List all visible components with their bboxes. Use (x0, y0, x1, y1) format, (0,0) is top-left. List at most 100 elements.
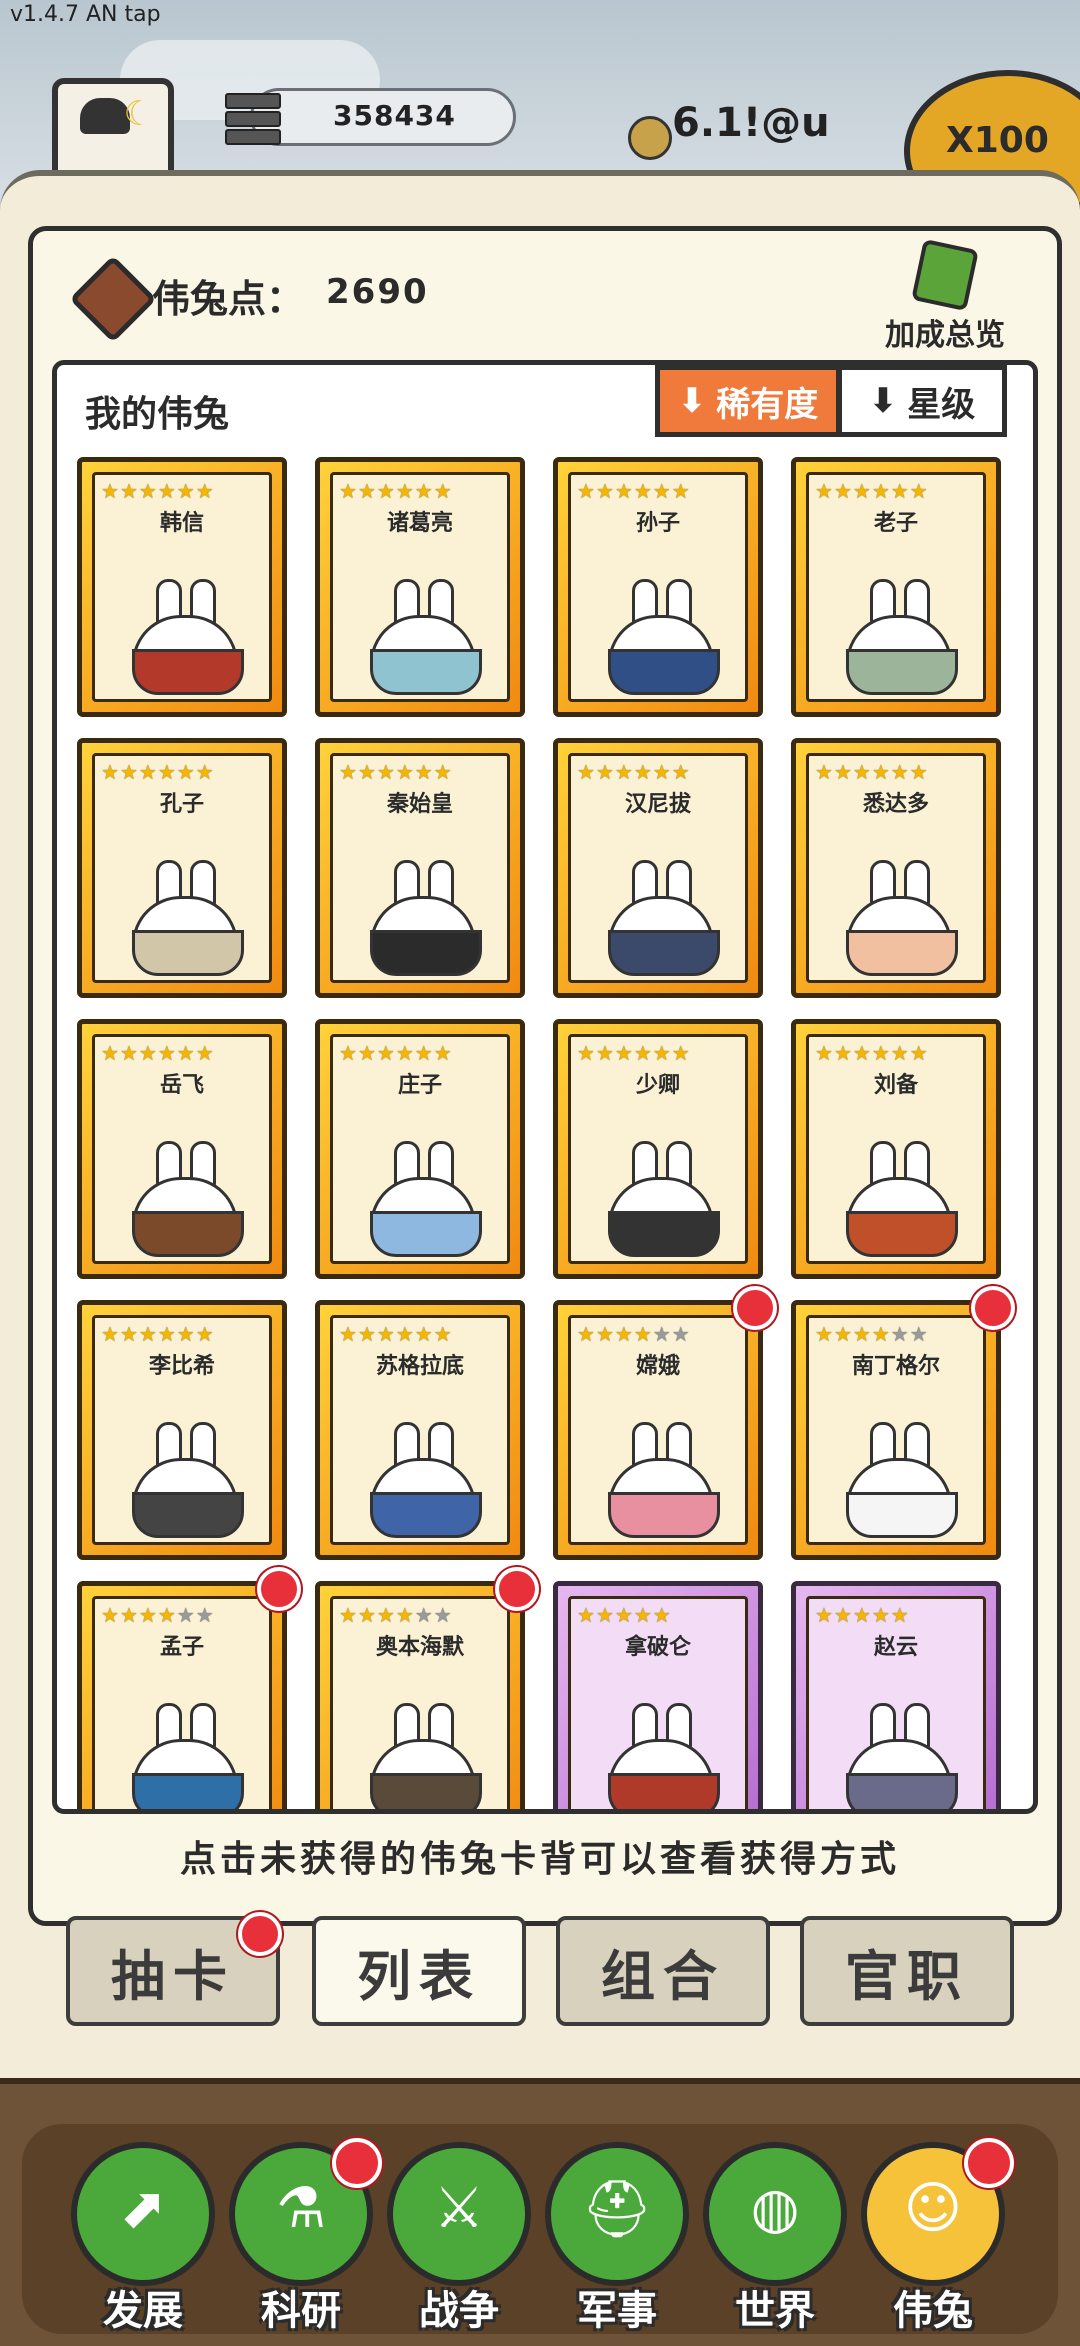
hero-card[interactable]: ★★★★★★ 南丁格尔 (791, 1300, 1001, 1560)
star-icon: ★ (671, 1041, 691, 1065)
star-icon: ★ (815, 1603, 834, 1627)
resource-bar[interactable]: 358434 (225, 88, 516, 146)
star-icon: ★ (395, 760, 415, 784)
star-icon: ★ (195, 760, 215, 784)
bonus-overview-button[interactable]: 加成总览 (870, 238, 1020, 353)
star-icon: ★ (433, 479, 453, 503)
rabbit-portrait (360, 860, 482, 976)
nav-helmet[interactable]: ⛑ 军事 (542, 2142, 692, 2334)
card-face: ★★★★★★ 奥本海默 (330, 1596, 510, 1809)
helmet-icon: ⛑ (545, 2142, 689, 2286)
star-icon: ★ (433, 760, 453, 784)
star-icon: ★ (101, 1041, 120, 1065)
nav-globe[interactable]: ◍ 世界 (700, 2142, 850, 2334)
hero-card[interactable]: ★★★★★★ 奥本海默 (315, 1581, 525, 1809)
star-rating: ★★★★★★ (815, 1041, 977, 1065)
card-name: 奥本海默 (375, 1635, 464, 1660)
rabbit-portrait (836, 860, 958, 976)
sort-by-rarity-button[interactable]: ⬇ 稀有度 (655, 365, 841, 437)
star-icon: ★ (852, 1041, 872, 1065)
star-icon: ★ (871, 1603, 891, 1627)
hero-card[interactable]: ★★★★★★ 孔子 (77, 738, 287, 998)
rabbit-portrait (122, 860, 244, 976)
star-rating: ★★★★★★ (339, 1322, 501, 1346)
star-rating: ★★★★★★ (339, 479, 501, 503)
hero-card[interactable]: ★★★★★★ 汉尼拔 (553, 738, 763, 998)
card-face: ★★★★★★ 孟子 (92, 1596, 272, 1809)
star-rating: ★★★★★ (815, 1603, 977, 1627)
star-icon: ★ (595, 479, 615, 503)
star-icon: ★ (652, 1041, 672, 1065)
card-face: ★★★★★★ 庄子 (330, 1034, 510, 1264)
rabbit-portrait (122, 1141, 244, 1257)
star-icon: ★ (119, 760, 139, 784)
star-icon: ★ (909, 1041, 929, 1065)
star-icon: ★ (395, 1322, 415, 1346)
star-icon: ★ (157, 760, 177, 784)
card-face: ★★★★★ 拿破仑 (568, 1596, 748, 1809)
star-rating: ★★★★★★ (577, 1322, 739, 1346)
hero-card[interactable]: ★★★★★★ 刘备 (791, 1019, 1001, 1279)
nav-mushroom[interactable]: ⬈ 发展 (68, 2142, 218, 2334)
tab-label: 抽卡 (111, 1944, 235, 2008)
hero-card[interactable]: ★★★★★★ 少卿 (553, 1019, 763, 1279)
star-icon: ★ (833, 1603, 853, 1627)
card-list-frame[interactable]: 我的伟兔 ⬇ 稀有度 ⬇ 星级 ★★★★★★ 韩信 ★★★★★★ 诸葛亮 ★★★★★★ 孙… (52, 360, 1038, 1814)
star-icon: ★ (138, 479, 158, 503)
nav-label: 伟兔 (893, 2288, 973, 2334)
star-icon: ★ (595, 1322, 615, 1346)
star-icon: ★ (176, 760, 196, 784)
hero-card[interactable]: ★★★★★★ 孟子 (77, 1581, 287, 1809)
star-icon: ★ (890, 1603, 910, 1627)
star-icon: ★ (633, 1041, 653, 1065)
star-icon: ★ (138, 760, 158, 784)
card-name: 孟子 (159, 1635, 204, 1660)
star-icon: ★ (195, 1603, 215, 1627)
notification-dot (971, 1286, 1015, 1330)
hero-card[interactable]: ★★★★★ 赵云 (791, 1581, 1001, 1809)
nav-crossed-swords[interactable]: ⚔ 战争 (384, 2142, 534, 2334)
sort-by-star-button[interactable]: ⬇ 星级 (837, 365, 1007, 437)
star-icon: ★ (176, 1322, 196, 1346)
tab-combo[interactable]: 组合 (556, 1916, 770, 2026)
tab-label: 列表 (357, 1944, 481, 2008)
star-icon: ★ (890, 1041, 910, 1065)
star-icon: ★ (101, 760, 120, 784)
tab-list[interactable]: 列表 (312, 1916, 526, 2026)
star-icon: ★ (339, 760, 358, 784)
star-icon: ★ (138, 1041, 158, 1065)
hero-card[interactable]: ★★★★★★ 秦始皇 (315, 738, 525, 998)
hero-card[interactable]: ★★★★★★ 李比希 (77, 1300, 287, 1560)
notification-dot (964, 2138, 1014, 2188)
rabbit-portrait (360, 579, 482, 695)
tab-label: 官职 (845, 1944, 969, 2008)
card-name: 少卿 (635, 1073, 680, 1098)
star-icon: ★ (833, 479, 853, 503)
star-icon: ★ (577, 1322, 596, 1346)
tab-rank[interactable]: 官职 (800, 1916, 1014, 2026)
hero-card[interactable]: ★★★★★★ 孙子 (553, 457, 763, 717)
rabbit-portrait (360, 1141, 482, 1257)
hero-card[interactable]: ★★★★★★ 韩信 (77, 457, 287, 717)
card-name: 悉达多 (862, 792, 929, 817)
nav-label: 军事 (577, 2288, 657, 2334)
star-icon: ★ (871, 1041, 891, 1065)
coin-value: 6.1!@u (672, 100, 830, 146)
hero-card[interactable]: ★★★★★★ 苏格拉底 (315, 1300, 525, 1560)
hero-card[interactable]: ★★★★★★ 老子 (791, 457, 1001, 717)
card-name: 岳飞 (159, 1073, 204, 1098)
hero-card[interactable]: ★★★★★★ 诸葛亮 (315, 457, 525, 717)
hero-card[interactable]: ★★★★★★ 庄子 (315, 1019, 525, 1279)
bonus-overview-label: 加成总览 (885, 318, 1005, 353)
hero-card[interactable]: ★★★★★★ 悉达多 (791, 738, 1001, 998)
multiplier-label: X100 (946, 120, 1049, 161)
star-icon: ★ (852, 760, 872, 784)
rabbit-portrait (122, 1703, 244, 1809)
hero-card[interactable]: ★★★★★★ 岳飞 (77, 1019, 287, 1279)
hero-card[interactable]: ★★★★★ 拿破仑 (553, 1581, 763, 1809)
rabbit-portrait (836, 1703, 958, 1809)
hero-card[interactable]: ★★★★★★ 嫦娥 (553, 1300, 763, 1560)
card-name: 嫦娥 (635, 1354, 680, 1379)
star-icon: ★ (138, 1603, 158, 1627)
star-icon: ★ (195, 479, 215, 503)
